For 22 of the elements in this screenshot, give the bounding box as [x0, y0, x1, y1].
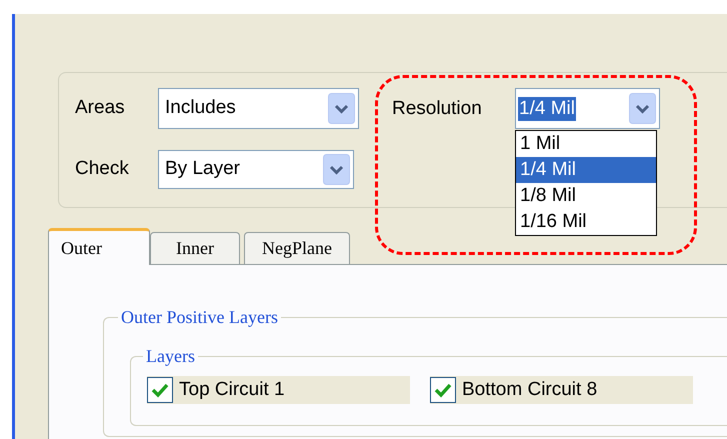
chevron-down-icon: [323, 154, 350, 185]
checkbox[interactable]: [430, 377, 456, 403]
resolution-label: Resolution: [392, 97, 483, 121]
dropdown[interactable]: By Layer: [158, 150, 354, 189]
checkbox[interactable]: [147, 377, 173, 403]
dropdown-option[interactable]: 1/16 Mil: [516, 209, 656, 235]
dropdown-option[interactable]: 1/4 Mil: [516, 157, 656, 183]
checkbox-row[interactable]: Top Circuit 1: [147, 376, 410, 404]
dropdown-option[interactable]: 1 Mil: [516, 131, 656, 157]
dropdown[interactable]: Includes: [158, 88, 359, 129]
chevron-down-icon: [629, 93, 656, 124]
check-icon: [434, 382, 452, 398]
checkbox-row[interactable]: Bottom Circuit 8: [430, 376, 693, 404]
dropdown-option[interactable]: 1/8 Mil: [516, 183, 656, 209]
tab[interactable]: Outer: [48, 228, 150, 265]
tab[interactable]: Inner: [150, 232, 240, 264]
check-icon: [151, 382, 169, 398]
resolution-dropdown[interactable]: 1/4 Mil: [515, 88, 660, 129]
field-label: Areas: [75, 96, 126, 120]
field-label: Check: [75, 157, 130, 182]
chevron-down-icon: [328, 93, 355, 124]
tab[interactable]: NegPlane: [244, 232, 350, 264]
